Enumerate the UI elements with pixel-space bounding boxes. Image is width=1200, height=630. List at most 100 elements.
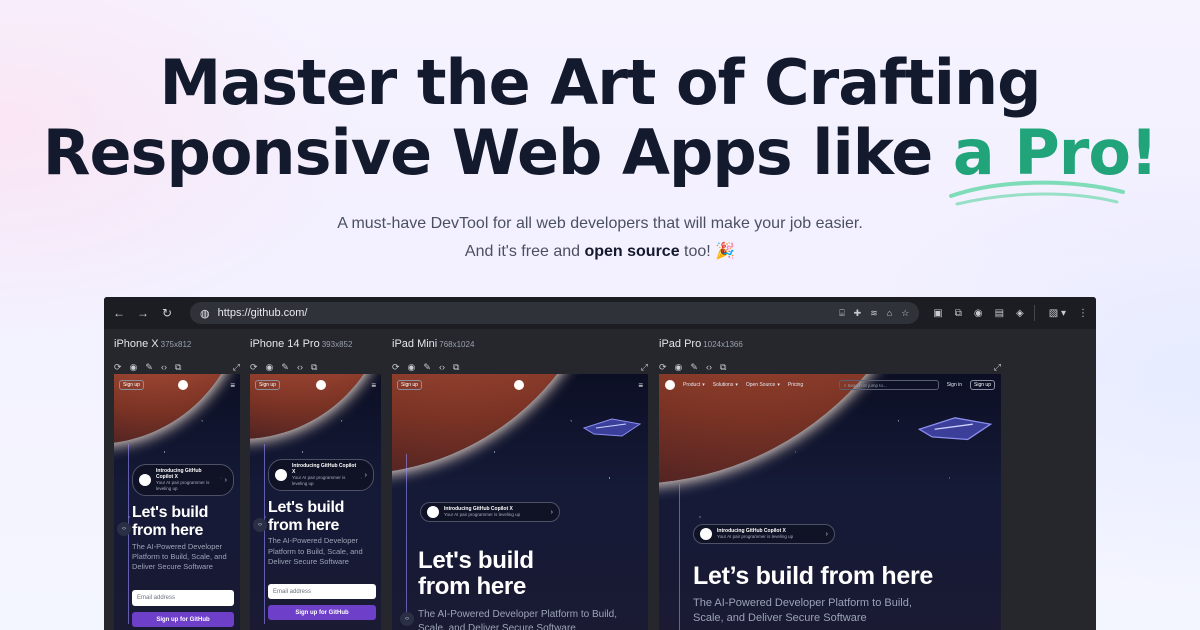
more-menu-icon[interactable]: ⋮ [1078, 308, 1088, 319]
devices-icon[interactable]: ⧉ [955, 308, 962, 319]
device-title: iPhone X 375x812 [114, 329, 240, 359]
forward-icon[interactable]: → [136, 306, 150, 320]
nav-product[interactable]: Product [683, 382, 700, 388]
github-logo-icon[interactable] [315, 380, 326, 390]
headline-line-1: Master the Art of Crafting [159, 46, 1042, 119]
devices-icon[interactable]: ⧉ [175, 362, 181, 373]
responsive-icon[interactable]: ▣ [933, 308, 942, 319]
signup-button[interactable]: Sign up [397, 380, 422, 390]
devices-icon[interactable]: ⧉ [720, 362, 726, 373]
wifi-icon[interactable]: ≋ [870, 308, 878, 319]
hero-line-2: from here [418, 573, 526, 600]
inspect-icon[interactable]: ✎ [281, 362, 289, 373]
expand-icon[interactable]: ⤢ [233, 362, 240, 373]
nav-solutions[interactable]: Solutions [713, 382, 734, 388]
search-input[interactable]: ⌕ Search or jump to... [838, 380, 939, 390]
signup-button[interactable]: Sign up [970, 380, 995, 390]
devices-icon[interactable]: ⧉ [311, 362, 317, 373]
hero-line-1: Let's build [132, 504, 209, 521]
hero-heading: Let's build from here [418, 548, 534, 600]
copilot-subtitle: Your AI pair programmer is leveling up [156, 480, 210, 491]
address-bar[interactable]: ◍ https://github.com/ ⌸ ✚ ≋ ⌂ ☆ [190, 302, 920, 324]
hero-line-1: Let's build [268, 499, 345, 516]
back-icon[interactable]: ← [112, 306, 126, 320]
document-icon[interactable]: ▤ [995, 308, 1004, 319]
screenshot-icon[interactable]: ◉ [675, 362, 683, 373]
device-iphone-x: iPhone X375x812 ⟳ ◉ ✎ ‹› ⧉ ⤢ Sign up ≡ [114, 329, 240, 630]
chevron-down-icon: ▾ [777, 382, 780, 388]
github-logo-icon[interactable] [513, 380, 524, 390]
rotate-icon[interactable]: ⟳ [114, 362, 122, 373]
code-icon[interactable]: ‹› [297, 362, 303, 372]
chevron-right-icon: › [825, 530, 828, 538]
toolbar-divider [1033, 305, 1035, 321]
signup-button[interactable]: Sign up [119, 380, 144, 390]
inspect-icon[interactable]: ✎ [145, 362, 153, 373]
copilot-subtitle: Your AI pair programmer is leveling up [444, 512, 521, 517]
hero-tagline: The AI-Powered Developer Platform to Bui… [418, 609, 617, 630]
chevron-down-icon: ▾ [735, 382, 738, 388]
signin-link[interactable]: Sign in [947, 382, 962, 388]
home-icon[interactable]: ⌂ [887, 308, 892, 319]
subheadline-line-2: And it's free and open source too! 🎉 [0, 238, 1200, 266]
github-logo-icon[interactable] [665, 380, 675, 390]
hero-heading: Let’s build from here [693, 562, 934, 590]
rotate-icon[interactable]: ⟳ [659, 362, 667, 373]
screenshot-icon[interactable]: ◉ [266, 362, 274, 373]
open-source-link[interactable]: open source [584, 243, 679, 260]
device-title: iPad Pro 1024x1366 [659, 329, 1001, 359]
hamburger-menu-icon[interactable]: ≡ [230, 381, 235, 390]
site-header: Sign up ≡ [119, 378, 235, 392]
github-logo-icon[interactable] [177, 380, 188, 390]
expand-icon[interactable]: ⤢ [641, 362, 648, 373]
code-tag-icon: ‹› [117, 522, 131, 536]
email-input[interactable]: Email address [132, 590, 234, 606]
signup-button[interactable]: Sign up [255, 380, 280, 390]
camera-icon[interactable]: ◉ [974, 308, 983, 319]
copilot-title: Introducing GitHub Copilot X [156, 468, 202, 480]
devices-icon[interactable]: ⧉ [453, 362, 459, 373]
trail-line [679, 484, 680, 630]
device-ipad-pro: iPad Pro 1024x1366 ⟳ ◉ ✎ ‹› ⧉ ⤢ Product ▾ … [659, 329, 1001, 630]
extension-icon[interactable]: ✚ [854, 308, 862, 319]
hero-line-1: Let's build [418, 547, 534, 574]
signup-cta-button[interactable]: Sign up for GitHub [268, 605, 376, 620]
subheadline-line-1: A must-have DevTool for all web develope… [337, 215, 863, 232]
device-screen: Product ▾ Solutions ▾ Open Source ▾ Pricing… [659, 374, 1001, 630]
screenshot-icon[interactable]: ◉ [130, 362, 138, 373]
bookmark-star-icon[interactable]: ☆ [901, 308, 909, 319]
copilot-banner[interactable]: Introducing GitHub Copilot X Your AI pai… [693, 524, 835, 544]
device-dims: 393x852 [321, 340, 353, 349]
url-text: https://github.com/ [217, 307, 308, 319]
hamburger-menu-icon[interactable]: ≡ [371, 381, 376, 390]
screenshot-icon[interactable]: ◉ [408, 362, 416, 373]
nav-open-source[interactable]: Open Source [746, 382, 775, 388]
rotate-icon[interactable]: ⟳ [392, 362, 400, 373]
inspect-icon[interactable]: ✎ [690, 362, 698, 373]
code-icon[interactable]: ‹› [706, 362, 712, 372]
expand-icon[interactable]: ⤢ [994, 362, 1001, 373]
layers-icon[interactable]: ◈ [1016, 308, 1024, 319]
nav-pricing[interactable]: Pricing [788, 382, 803, 388]
email-input[interactable]: Email address [268, 584, 376, 599]
hamburger-menu-icon[interactable]: ≡ [638, 381, 643, 390]
copilot-banner[interactable]: Introducing GitHub Copilot X Your AI pai… [420, 502, 560, 522]
code-tag-icon: ‹› [253, 518, 267, 532]
device-name: iPad Pro [659, 338, 702, 350]
signup-cta-button[interactable]: Sign up for GitHub [132, 612, 234, 627]
code-icon[interactable]: ‹› [161, 362, 167, 372]
reload-icon[interactable]: ↻ [160, 306, 174, 320]
layout-picker-icon[interactable]: ▧ ▾ [1049, 308, 1066, 319]
chevron-right-icon: › [364, 471, 367, 479]
device-name: iPhone X [114, 338, 159, 350]
copilot-banner[interactable]: Introducing GitHub Copilot X Your AI pai… [268, 459, 374, 491]
copilot-banner[interactable]: Introducing GitHub Copilot X Your AI pai… [132, 464, 234, 496]
inspect-icon[interactable]: ✎ [423, 362, 431, 373]
spaceship-image [917, 417, 993, 441]
copilot-subtitle: Your AI pair programmer is leveling up [292, 475, 346, 486]
code-icon[interactable]: ‹› [439, 362, 445, 372]
rotate-icon[interactable]: ⟳ [250, 362, 258, 373]
translate-icon[interactable]: ⌸ [839, 308, 844, 319]
site-header: Sign up ≡ [255, 378, 376, 392]
browser-toolbar: ← → ↻ ◍ https://github.com/ ⌸ ✚ ≋ ⌂ ☆ ▣ … [104, 297, 1096, 329]
